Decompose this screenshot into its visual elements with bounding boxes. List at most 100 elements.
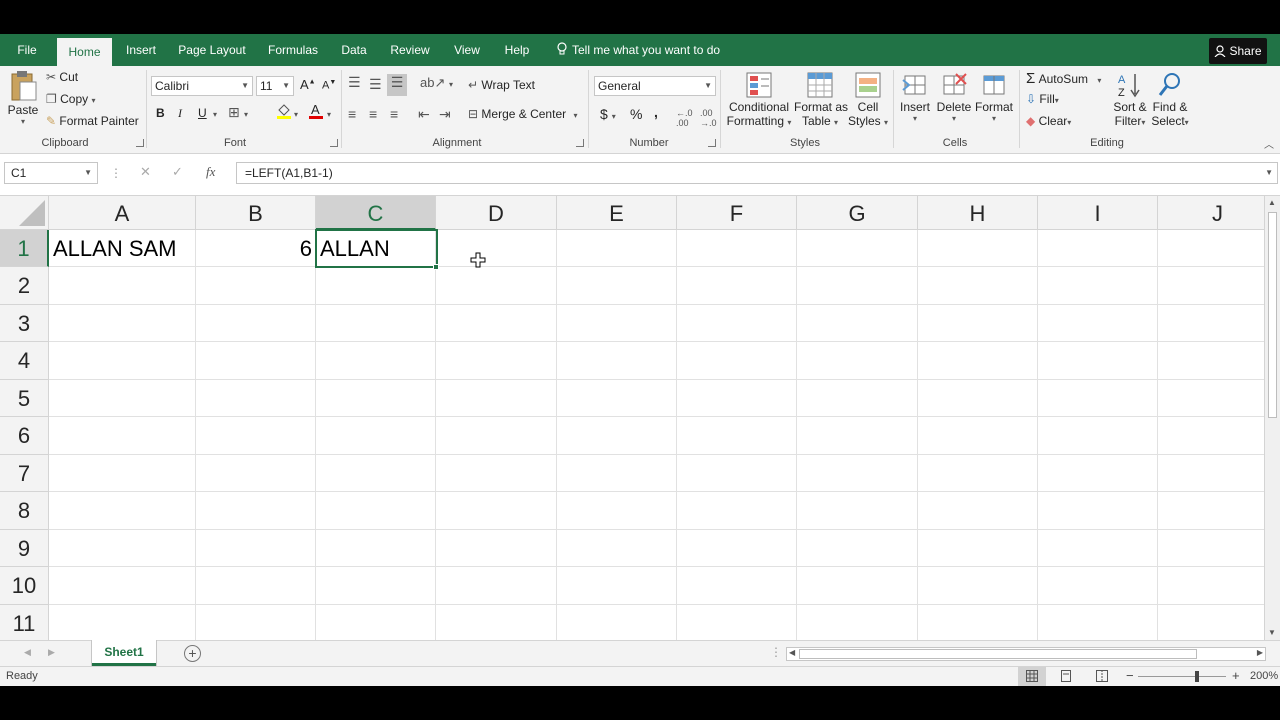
- bottom-align-icon[interactable]: ☰: [387, 74, 407, 96]
- cell-a1[interactable]: ALLAN SAM: [53, 230, 177, 268]
- chevron-down-icon[interactable]: ▾: [244, 110, 248, 119]
- align-center-icon[interactable]: ≡: [369, 106, 377, 122]
- tab-review[interactable]: Review: [384, 34, 436, 66]
- tab-page-layout[interactable]: Page Layout: [172, 34, 252, 66]
- resize-handle-icon[interactable]: ⋮: [110, 166, 122, 180]
- row-header-11[interactable]: 11: [0, 605, 49, 640]
- row-header-5[interactable]: 5: [0, 380, 49, 417]
- vertical-scroll-thumb[interactable]: [1268, 212, 1277, 418]
- middle-align-icon[interactable]: ☰: [369, 76, 382, 93]
- borders-icon[interactable]: ⊞: [228, 104, 240, 121]
- sort-filter-button[interactable]: AZ Sort & Filter▾: [1110, 70, 1150, 128]
- align-left-icon[interactable]: ≡: [348, 106, 356, 122]
- tell-me-box[interactable]: Tell me what you want to do: [556, 34, 720, 66]
- tab-data[interactable]: Data: [334, 34, 374, 66]
- scroll-down-icon[interactable]: ▼: [1268, 628, 1276, 637]
- row-header-10[interactable]: 10: [0, 567, 49, 605]
- font-launcher-icon[interactable]: [330, 139, 338, 147]
- horizontal-scrollbar[interactable]: ◀ ▶: [786, 647, 1266, 661]
- tab-view[interactable]: View: [446, 34, 488, 66]
- copy-button[interactable]: ❐ Copy ▾: [46, 92, 95, 106]
- row-header-9[interactable]: 9: [0, 530, 49, 567]
- page-layout-view-button[interactable]: [1060, 670, 1072, 685]
- insert-function-icon[interactable]: fx: [206, 164, 215, 180]
- row-header-8[interactable]: 8: [0, 492, 49, 530]
- sheet-tab-sheet1[interactable]: Sheet1: [92, 640, 156, 666]
- find-select-button[interactable]: Find & Select▾: [1150, 70, 1190, 128]
- fill-color-icon[interactable]: [276, 102, 292, 123]
- column-header-i[interactable]: I: [1038, 196, 1158, 230]
- tab-split-handle-icon[interactable]: ⋮: [770, 645, 782, 659]
- next-sheet-icon[interactable]: ▶: [48, 647, 55, 658]
- delete-cells-button[interactable]: Delete ▾: [936, 70, 972, 123]
- cell-b1[interactable]: 6: [196, 230, 312, 268]
- zoom-slider[interactable]: [1138, 676, 1226, 677]
- fill-handle[interactable]: [433, 264, 439, 270]
- currency-button[interactable]: $ ▾: [600, 106, 616, 122]
- column-header-e[interactable]: E: [557, 196, 677, 230]
- top-align-icon[interactable]: ☰: [348, 74, 361, 91]
- column-header-h[interactable]: H: [918, 196, 1038, 230]
- tab-insert[interactable]: Insert: [120, 34, 162, 66]
- row-header-2[interactable]: 2: [0, 267, 49, 305]
- orientation-icon[interactable]: ab↗ ▾: [420, 75, 453, 91]
- format-painter-button[interactable]: ✎ Format Painter: [46, 114, 139, 128]
- increase-indent-icon[interactable]: ⇥: [439, 106, 451, 123]
- worksheet-grid[interactable]: A B C D E F G H I J 1 2 3 4 5 6 7 8 9 10…: [0, 196, 1264, 640]
- comma-button[interactable]: ,: [654, 104, 658, 120]
- percent-button[interactable]: %: [630, 106, 642, 122]
- cut-button[interactable]: ✂ Cut: [46, 70, 78, 84]
- align-right-icon[interactable]: ≡: [390, 106, 398, 122]
- row-header-7[interactable]: 7: [0, 455, 49, 492]
- wrap-text-button[interactable]: ↵ Wrap Text: [468, 78, 535, 92]
- conditional-formatting-button[interactable]: Conditional Formatting ▾: [726, 70, 792, 128]
- chevron-down-icon[interactable]: ▾: [327, 110, 331, 119]
- row-header-6[interactable]: 6: [0, 417, 49, 455]
- column-header-b[interactable]: B: [196, 196, 316, 230]
- underline-button[interactable]: U: [198, 106, 207, 120]
- zoom-in-icon[interactable]: +: [1232, 668, 1240, 683]
- column-header-c[interactable]: C: [316, 196, 436, 230]
- row-header-3[interactable]: 3: [0, 305, 49, 342]
- format-cells-button[interactable]: Format ▾: [974, 70, 1014, 123]
- decrease-indent-icon[interactable]: ⇤: [418, 106, 430, 123]
- number-format-select[interactable]: General ▼: [594, 76, 716, 96]
- decrease-font-icon[interactable]: A▼: [322, 79, 336, 92]
- cancel-icon[interactable]: ✕: [140, 164, 151, 180]
- paste-button[interactable]: Paste ▾: [6, 70, 40, 130]
- column-header-f[interactable]: F: [677, 196, 797, 230]
- normal-view-button[interactable]: [1018, 667, 1046, 686]
- zoom-slider-thumb[interactable]: [1195, 671, 1199, 682]
- chevron-down-icon[interactable]: ▾: [213, 110, 217, 119]
- scroll-up-icon[interactable]: ▲: [1268, 198, 1276, 207]
- format-as-table-button[interactable]: Format as Table ▾: [794, 70, 848, 128]
- column-header-j[interactable]: J: [1158, 196, 1264, 230]
- font-color-icon[interactable]: A: [308, 102, 324, 123]
- page-break-view-button[interactable]: [1096, 670, 1108, 685]
- alignment-launcher-icon[interactable]: [576, 139, 584, 147]
- share-button[interactable]: Share: [1209, 38, 1267, 64]
- zoom-level[interactable]: 200%: [1250, 670, 1278, 682]
- decrease-decimal-icon[interactable]: .00 →.0: [700, 108, 717, 128]
- vertical-scrollbar[interactable]: ▲ ▼: [1264, 196, 1280, 640]
- clipboard-launcher-icon[interactable]: [136, 139, 144, 147]
- row-header-4[interactable]: 4: [0, 342, 49, 380]
- prev-sheet-icon[interactable]: ◀: [24, 647, 31, 658]
- horizontal-scroll-thumb[interactable]: [799, 649, 1197, 659]
- cell-styles-button[interactable]: Cell Styles ▾: [848, 70, 888, 128]
- number-launcher-icon[interactable]: [708, 139, 716, 147]
- italic-button[interactable]: I: [178, 106, 182, 121]
- row-header-1[interactable]: 1: [0, 230, 49, 267]
- name-box[interactable]: C1 ▼: [4, 162, 98, 184]
- tab-formulas[interactable]: Formulas: [262, 34, 324, 66]
- clear-button[interactable]: ◆ Clear▾: [1026, 114, 1071, 128]
- insert-cells-button[interactable]: Insert ▾: [898, 70, 932, 123]
- increase-font-icon[interactable]: A▲: [300, 77, 316, 92]
- formula-input[interactable]: =LEFT(A1,B1-1) ▼: [236, 162, 1278, 184]
- scroll-left-icon[interactable]: ◀: [789, 648, 795, 657]
- chevron-down-icon[interactable]: ▾: [294, 110, 298, 119]
- tab-home[interactable]: Home: [57, 38, 112, 66]
- tab-help[interactable]: Help: [498, 34, 536, 66]
- autosum-button[interactable]: Σ AutoSum ▾: [1026, 70, 1101, 87]
- merge-center-button[interactable]: ⊟ Merge & Center ▾: [468, 107, 577, 121]
